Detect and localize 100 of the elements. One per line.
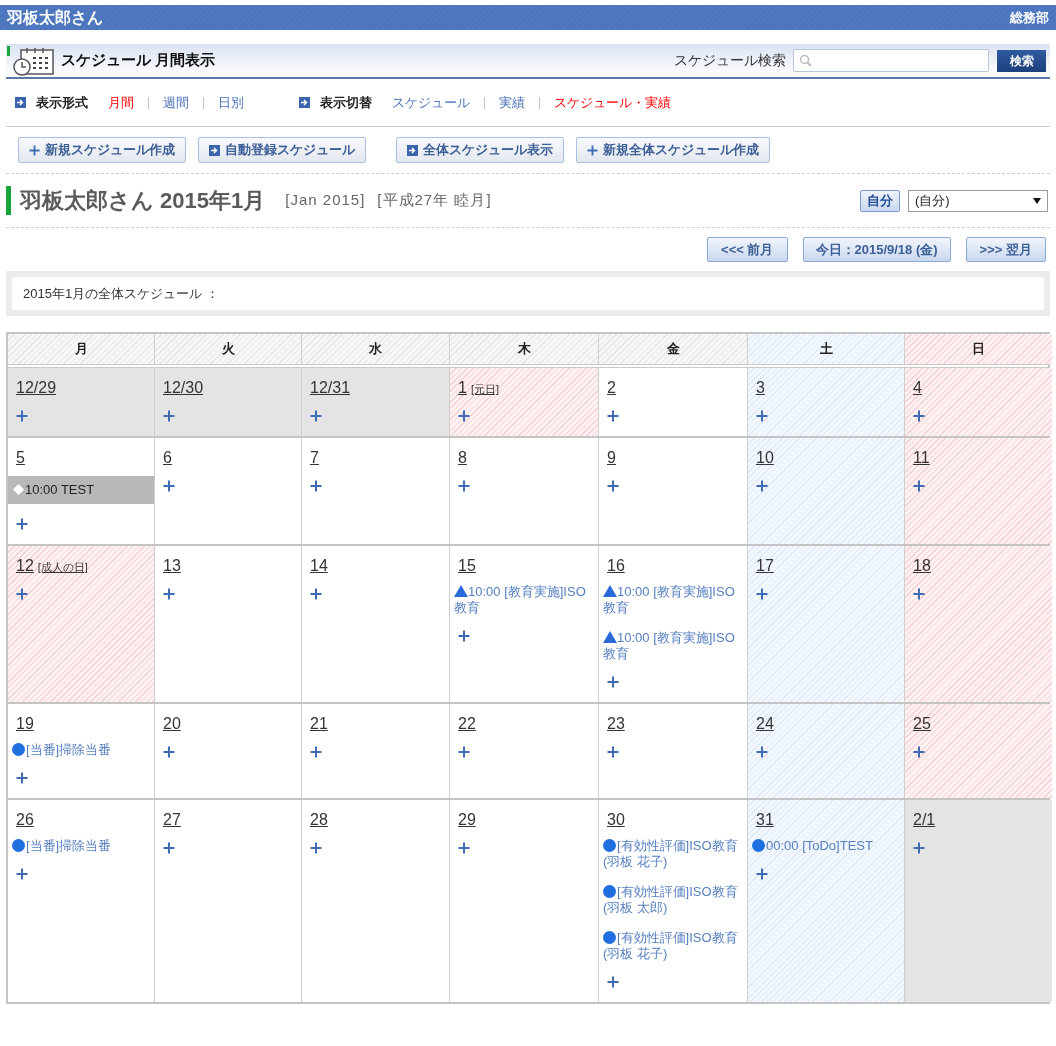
search-field[interactable] [793,49,989,72]
add-icon[interactable] [458,746,470,758]
date-link[interactable]: 2 [607,376,616,400]
add-icon[interactable] [163,746,175,758]
schedule-entry[interactable]: [有効性評価]ISO教育(羽板 太郎) [599,884,747,916]
view-option-link[interactable]: スケジュール・実績 [554,92,671,113]
date-link[interactable]: 12 [成人の日] [16,554,88,578]
add-icon[interactable] [163,480,175,492]
date-link[interactable]: 15 [458,554,476,578]
date-link[interactable]: 12/30 [163,376,204,400]
add-icon[interactable] [16,518,28,530]
schedule-entry[interactable]: 10:00 TEST [8,476,154,504]
date-link[interactable]: 22 [458,712,476,736]
date-link[interactable]: 24 [756,712,774,736]
date-link[interactable]: 12/29 [16,376,57,400]
date-link[interactable]: 25 [913,712,931,736]
add-icon[interactable] [607,480,619,492]
date-link[interactable]: 3 [756,376,765,400]
date-link[interactable]: 13 [163,554,181,578]
schedule-entry[interactable]: 10:00 [教育実施]ISO教育 [450,584,598,616]
action-button[interactable]: 自動登録スケジュール [198,137,366,163]
view-option-link[interactable]: 月間 [108,92,134,113]
date-link[interactable]: 1 [元日] [458,376,500,400]
date-link[interactable]: 23 [607,712,625,736]
add-icon[interactable] [756,746,768,758]
add-icon[interactable] [607,746,619,758]
add-icon[interactable] [913,746,925,758]
schedule-entry[interactable]: [有効性評価]ISO教育(羽板 花子) [599,930,747,962]
add-icon[interactable] [310,588,322,600]
add-icon[interactable] [310,410,322,422]
add-icon[interactable] [163,842,175,854]
date-link[interactable]: 29 [458,808,476,832]
add-icon[interactable] [458,842,470,854]
dot-icon [752,839,765,852]
add-icon[interactable] [16,772,28,784]
view-option-link[interactable]: 実績 [499,92,525,113]
add-icon[interactable] [163,588,175,600]
date-link[interactable]: 21 [310,712,328,736]
month-nav-button[interactable]: 今日：2015/9/18 (金) [802,237,951,262]
date-link[interactable]: 14 [310,554,328,578]
add-icon[interactable] [756,480,768,492]
add-icon[interactable] [607,676,619,688]
date-link[interactable]: 30 [607,808,625,832]
date-link[interactable]: 9 [607,446,616,470]
add-icon[interactable] [587,144,598,156]
add-icon[interactable] [913,842,925,854]
add-icon[interactable] [310,480,322,492]
user-select[interactable]: (自分) [908,189,1048,212]
action-button[interactable]: 全体スケジュール表示 [396,137,564,163]
add-icon[interactable] [310,842,322,854]
add-icon[interactable] [607,410,619,422]
schedule-entry[interactable]: [当番]掃除当番 [8,742,154,758]
schedule-entry[interactable]: [有効性評価]ISO教育(羽板 花子) [599,838,747,870]
schedule-entry[interactable]: [当番]掃除当番 [8,838,154,854]
add-icon[interactable] [607,976,619,988]
add-icon[interactable] [16,868,28,880]
add-icon[interactable] [913,480,925,492]
date-link[interactable]: 8 [458,446,467,470]
action-button[interactable]: 新規全体スケジュール作成 [576,137,770,163]
add-icon[interactable] [458,480,470,492]
add-icon[interactable] [16,410,28,422]
date-link[interactable]: 28 [310,808,328,832]
add-icon[interactable] [913,588,925,600]
month-nav-button[interactable]: >>> 翌月 [965,237,1046,262]
add-icon[interactable] [163,410,175,422]
schedule-entry[interactable]: 10:00 [教育実施]ISO教育 [599,584,747,616]
search-button[interactable]: 検索 [997,49,1046,72]
action-button[interactable]: 新規スケジュール作成 [18,137,186,163]
date-link[interactable]: 5 [16,446,25,470]
add-icon[interactable] [458,630,470,642]
month-nav-button[interactable]: <<< 前月 [707,237,788,262]
add-icon[interactable] [756,410,768,422]
date-link[interactable]: 11 [913,446,930,470]
view-option-link[interactable]: 日別 [218,92,244,113]
date-link[interactable]: 31 [756,808,774,832]
date-link[interactable]: 4 [913,376,922,400]
date-link[interactable]: 16 [607,554,625,578]
date-link[interactable]: 20 [163,712,181,736]
view-option-link[interactable]: 週間 [163,92,189,113]
date-link[interactable]: 10 [756,446,774,470]
add-icon[interactable] [913,410,925,422]
date-link[interactable]: 7 [310,446,319,470]
date-link[interactable]: 18 [913,554,931,578]
date-link[interactable]: 17 [756,554,774,578]
add-icon[interactable] [310,746,322,758]
date-link[interactable]: 26 [16,808,34,832]
add-icon[interactable] [756,588,768,600]
add-icon[interactable] [16,588,28,600]
view-option-link[interactable]: スケジュール [392,92,470,113]
date-link[interactable]: 19 [16,712,34,736]
add-icon[interactable] [458,410,470,422]
date-link[interactable]: 6 [163,446,172,470]
self-button[interactable]: 自分 [860,189,900,212]
add-icon[interactable] [29,144,40,156]
date-link[interactable]: 2/1 [913,808,936,832]
schedule-entry[interactable]: 10:00 [教育実施]ISO教育 [599,630,747,662]
date-link[interactable]: 12/31 [310,376,351,400]
date-link[interactable]: 27 [163,808,181,832]
add-icon[interactable] [756,868,768,880]
schedule-entry[interactable]: 00:00 [ToDo]TEST [748,838,904,854]
